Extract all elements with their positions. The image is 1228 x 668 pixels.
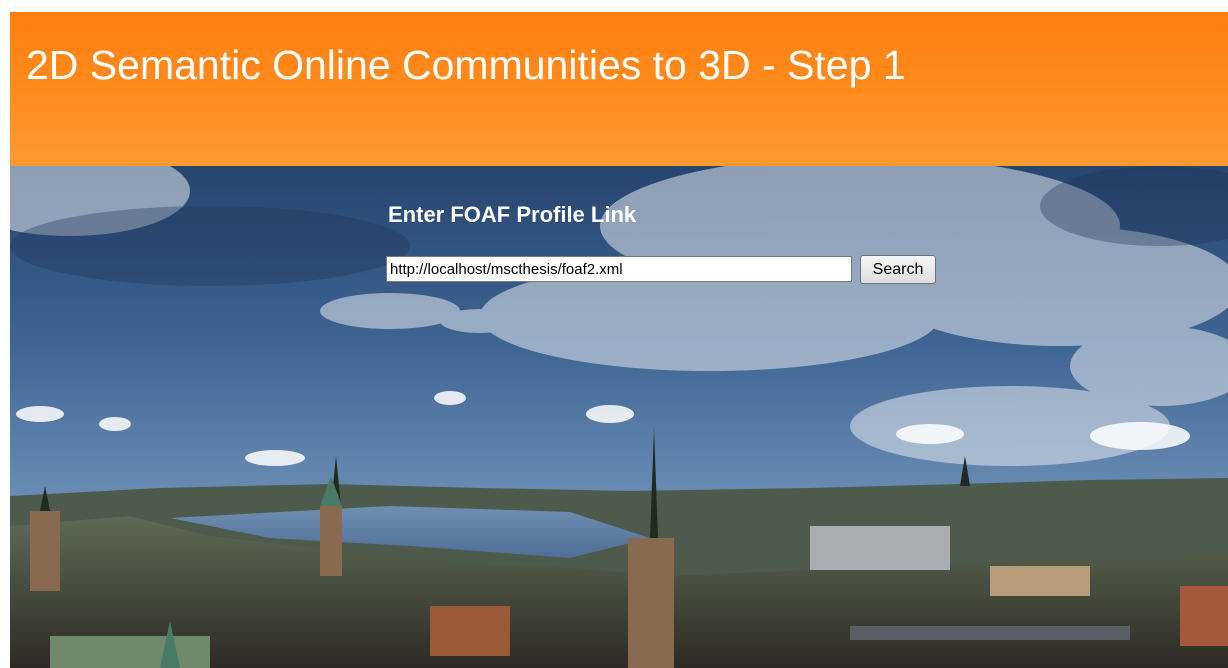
foaf-url-input[interactable] xyxy=(386,256,852,282)
search-button[interactable]: Search xyxy=(860,255,936,284)
page: 2D Semantic Online Communities to 3D - S… xyxy=(0,0,1228,668)
form-heading: Enter FOAF Profile Link xyxy=(388,202,637,227)
city-skyline-image xyxy=(10,166,1228,668)
page-header: 2D Semantic Online Communities to 3D - S… xyxy=(10,12,1228,166)
page-title: 2D Semantic Online Communities to 3D - S… xyxy=(26,42,906,88)
hero-banner: Enter FOAF Profile Link Search xyxy=(10,166,1228,668)
